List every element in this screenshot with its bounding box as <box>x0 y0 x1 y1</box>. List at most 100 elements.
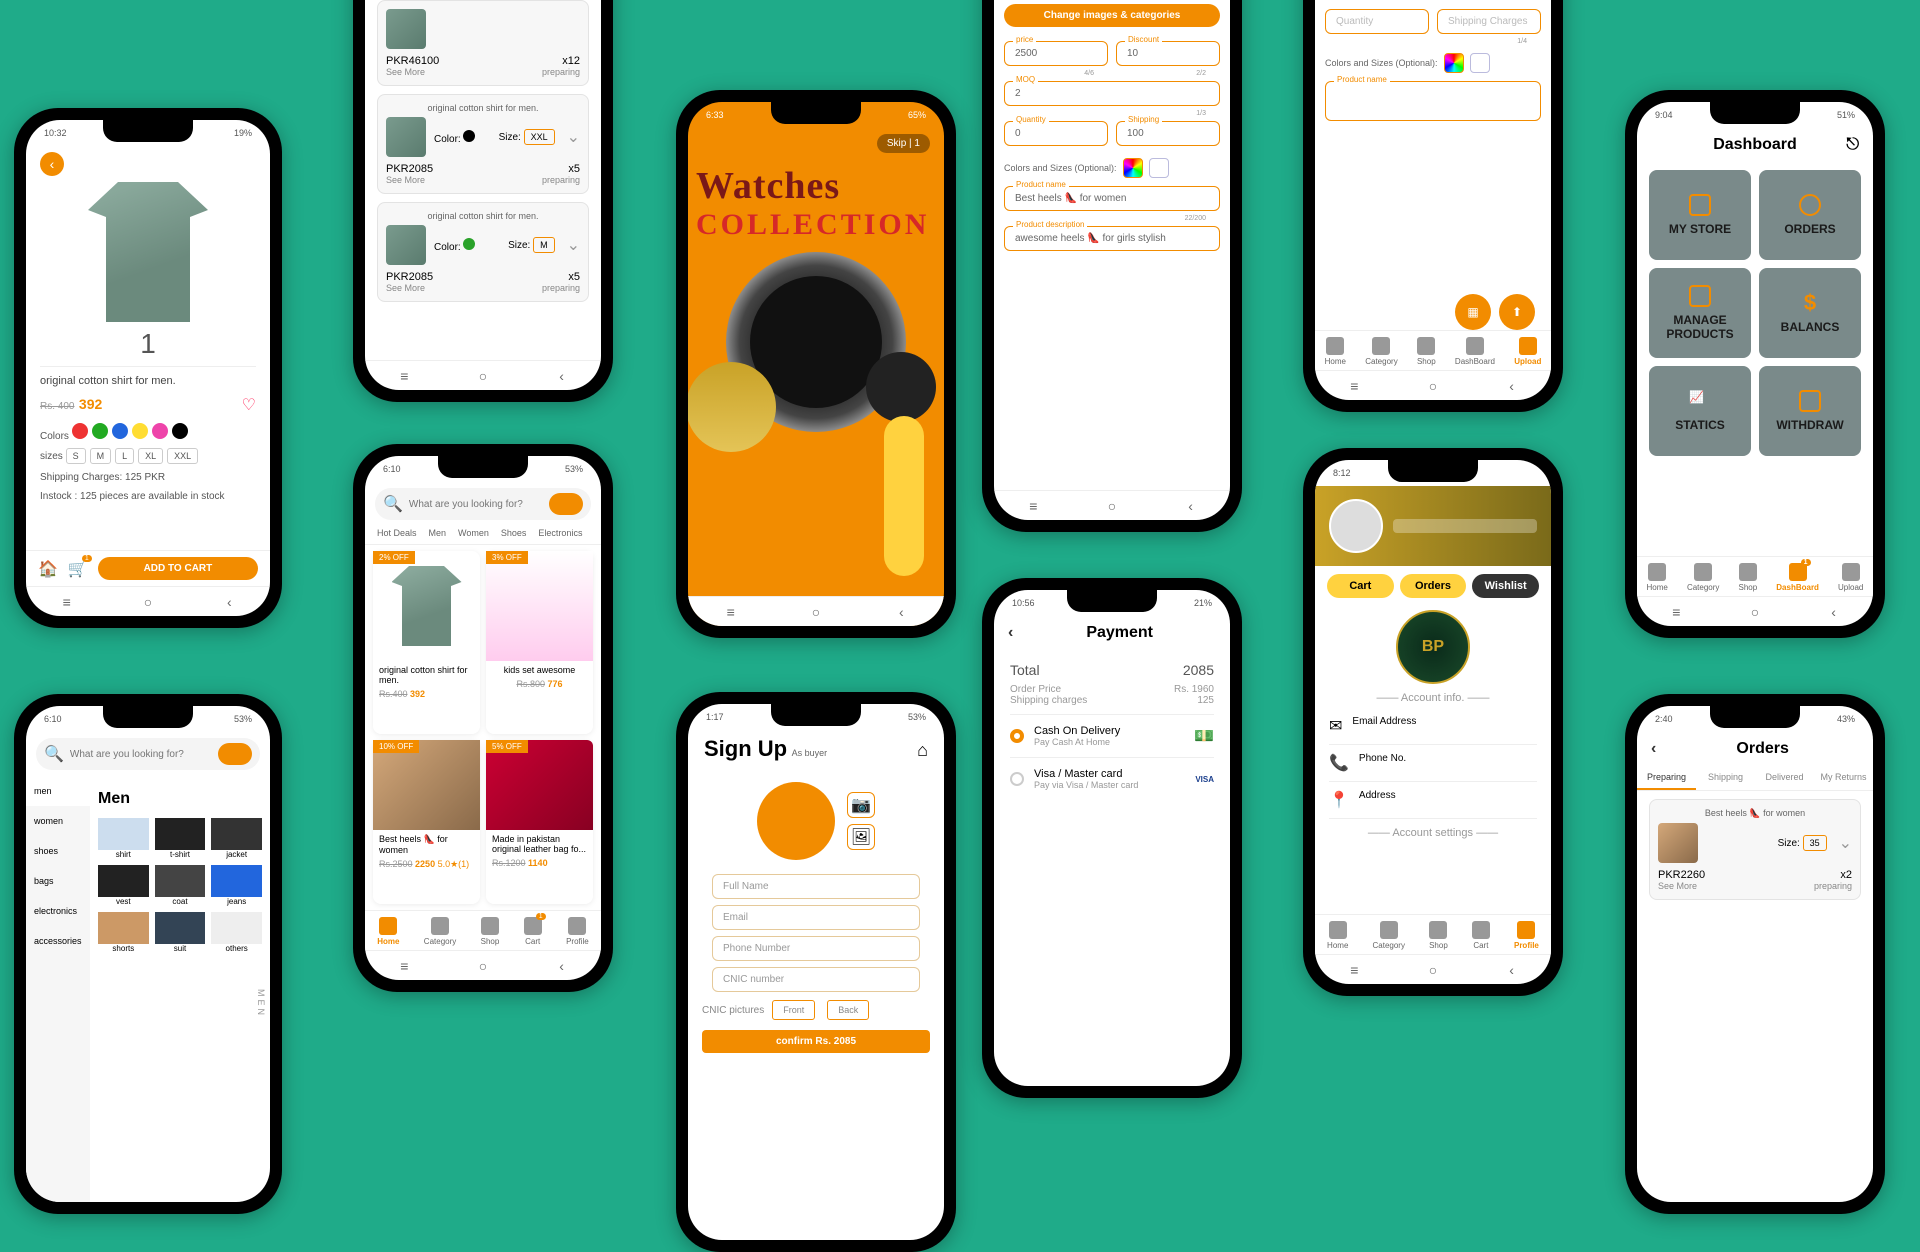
search-input[interactable]: 🔍 <box>36 738 260 770</box>
qty-input[interactable]: Quantity <box>1325 9 1429 34</box>
tab-home[interactable]: Home <box>1325 337 1346 366</box>
cart-icon[interactable]: 🛒1 <box>68 559 88 579</box>
tab-dashboard[interactable]: DashBoard <box>1455 337 1495 366</box>
tile-orders[interactable]: ORDERS <box>1759 170 1861 260</box>
tab-shipping[interactable]: Shipping <box>1696 766 1755 790</box>
home-icon[interactable]: ⌂ <box>917 740 928 761</box>
chevron-down-icon[interactable]: ⌄ <box>567 127 580 147</box>
size-opt[interactable]: M <box>90 448 112 464</box>
tab-shop[interactable]: Shop <box>1417 337 1436 366</box>
tab-cart[interactable]: 1Cart <box>524 917 542 946</box>
tile-mystore[interactable]: MY STORE <box>1649 170 1751 260</box>
nav-back[interactable]: ‹ <box>217 594 241 610</box>
tab-shop[interactable]: Shop <box>481 917 500 946</box>
grid-item[interactable]: coat <box>155 865 206 906</box>
discount-input[interactable]: 10 <box>1127 48 1138 59</box>
size-opt[interactable]: S <box>66 448 86 464</box>
grid-item[interactable]: jeans <box>211 865 262 906</box>
color-picker-icon[interactable] <box>1444 53 1464 73</box>
side-cat[interactable]: men <box>26 776 90 806</box>
confirm-button[interactable]: confirm Rs. 2085 <box>702 1030 930 1053</box>
nav-recents[interactable]: ≡ <box>55 594 79 610</box>
side-cat[interactable]: shoes <box>26 836 90 866</box>
see-more[interactable]: See More <box>1658 881 1697 891</box>
grid-item[interactable]: others <box>211 912 262 953</box>
grid-item[interactable]: jacket <box>211 818 262 859</box>
tab-shop[interactable]: Shop <box>1429 921 1448 950</box>
tab-preparing[interactable]: Preparing <box>1637 766 1696 790</box>
chevron-down-icon[interactable]: ⌄ <box>567 235 580 255</box>
chip[interactable]: Hot Deals <box>377 528 417 538</box>
see-more[interactable]: See More <box>386 67 425 77</box>
size-opt[interactable]: XXL <box>167 448 198 464</box>
tile-statics[interactable]: 📈STATICS <box>1649 366 1751 456</box>
name-input[interactable]: Best heels 👠 for women <box>1015 193 1126 204</box>
size-opt[interactable]: L <box>115 448 134 464</box>
tab-cart[interactable]: Cart <box>1327 574 1394 598</box>
chip[interactable]: Men <box>429 528 447 538</box>
address-row[interactable]: 📍Address <box>1329 782 1537 819</box>
heart-icon[interactable]: ♡ <box>242 395 256 415</box>
tab-upload[interactable]: Upload <box>1838 563 1863 592</box>
tab-cart[interactable]: Cart <box>1472 921 1490 950</box>
nav-home[interactable]: ○ <box>136 594 160 610</box>
back-button[interactable]: ‹ <box>40 152 64 176</box>
tile-balance[interactable]: $BALANCS <box>1759 268 1861 358</box>
tab-upload[interactable]: Upload <box>1514 337 1541 366</box>
back-button[interactable]: ‹ <box>1008 624 1013 642</box>
tab-returns[interactable]: My Returns <box>1814 766 1873 790</box>
product-card[interactable]: 10% OFF Best heels 👠 for women Rs.2500 2… <box>373 740 480 905</box>
tab-shop[interactable]: Shop <box>1739 563 1758 592</box>
grid-item[interactable]: shorts <box>98 912 149 953</box>
tab-orders[interactable]: Orders <box>1400 574 1467 598</box>
qty-input[interactable]: 0 <box>1015 128 1021 139</box>
cnic-front-button[interactable]: Front <box>772 1000 815 1020</box>
tab-profile[interactable]: Profile <box>1514 921 1539 950</box>
name-input[interactable]: Product name <box>1325 81 1541 121</box>
back-button[interactable]: ‹ <box>1651 740 1656 758</box>
moq-input[interactable]: 2 <box>1015 88 1021 99</box>
price-input[interactable]: 2500 <box>1015 48 1037 59</box>
cnic-back-button[interactable]: Back <box>827 1000 869 1020</box>
size-picker-icon[interactable] <box>1149 158 1169 178</box>
store-icon[interactable]: 🏠 <box>38 559 58 579</box>
tab-category[interactable]: Category <box>1687 563 1719 592</box>
order-card[interactable]: Best heels 👠 for women Size: 35 ⌄ PKR226… <box>1649 799 1861 900</box>
order-card[interactable]: original cotton shirt for men. Color: Si… <box>377 202 589 302</box>
side-cat[interactable]: electronics <box>26 896 90 926</box>
email-input[interactable]: Email <box>712 905 920 930</box>
tile-withdraw[interactable]: WITHDRAW <box>1759 366 1861 456</box>
desc-input[interactable]: awesome heels 👠 for girls stylish <box>1015 233 1166 244</box>
chip[interactable]: Shoes <box>501 528 527 538</box>
order-card[interactable]: PKR46100x12 See Morepreparing <box>377 0 589 86</box>
phone-row[interactable]: 📞Phone No. <box>1329 745 1537 782</box>
see-more[interactable]: See More <box>386 283 425 293</box>
side-cat[interactable]: bags <box>26 866 90 896</box>
add-to-cart-button[interactable]: ADD TO CART <box>98 557 258 580</box>
shipping-input[interactable]: 100 <box>1127 128 1144 139</box>
tab-wishlist[interactable]: Wishlist <box>1472 574 1539 598</box>
tab-dashboard[interactable]: 1DashBoard <box>1776 563 1819 592</box>
tab-home[interactable]: Home <box>1647 563 1668 592</box>
tab-profile[interactable]: Profile <box>566 917 589 946</box>
see-more[interactable]: See More <box>386 175 425 185</box>
size-opt[interactable]: XL <box>138 448 163 464</box>
skip-button[interactable]: Skip | 1 <box>877 134 930 153</box>
product-card[interactable]: 3% OFF kids set awesome Rs.800 776 <box>486 551 593 734</box>
tab-category[interactable]: Category <box>424 917 456 946</box>
chip[interactable]: Electronics <box>538 528 582 538</box>
email-row[interactable]: ✉Email Address <box>1329 708 1537 745</box>
chevron-down-icon[interactable]: ⌄ <box>1839 833 1852 853</box>
product-card[interactable]: 2% OFF original cotton shirt for men. Rs… <box>373 551 480 734</box>
upload-button[interactable]: ⬆ <box>1499 294 1535 330</box>
fullname-input[interactable]: Full Name <box>712 874 920 899</box>
tile-manage[interactable]: MANAGE PRODUCTS <box>1649 268 1751 358</box>
chip[interactable]: Women <box>458 528 489 538</box>
payment-option-visa[interactable]: Visa / Master cardPay via Visa / Master … <box>1010 757 1214 800</box>
payment-option-cod[interactable]: Cash On DeliveryPay Cash At Home 💵 <box>1010 714 1214 757</box>
grid-item[interactable]: suit <box>155 912 206 953</box>
tab-category[interactable]: Category <box>1365 337 1397 366</box>
phone-input[interactable]: Phone Number <box>712 936 920 961</box>
tab-home[interactable]: Home <box>377 917 399 946</box>
avatar-placeholder[interactable] <box>757 782 835 860</box>
